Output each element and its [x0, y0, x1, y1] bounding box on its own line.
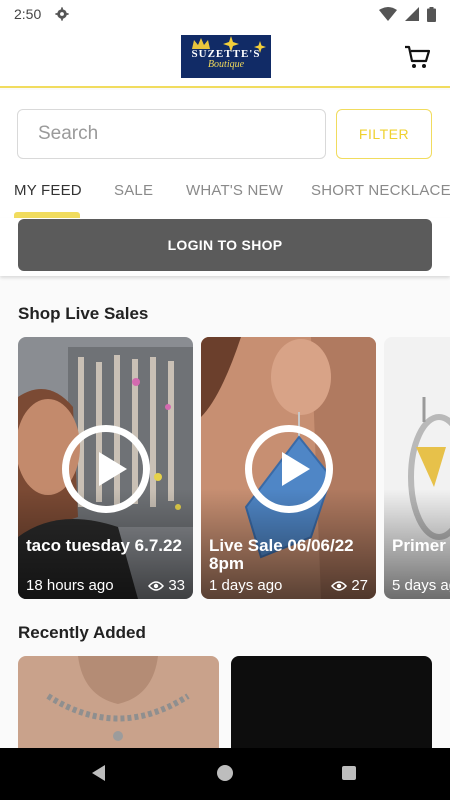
- play-icon[interactable]: [245, 425, 333, 513]
- view-count: 33: [148, 577, 185, 594]
- live-sales-title: Shop Live Sales: [18, 304, 149, 323]
- live-sale-time: 5 days ago: [392, 577, 450, 594]
- status-time: 2:50: [14, 6, 42, 22]
- login-bar: LOGIN TO SHOP: [0, 218, 450, 276]
- brand-logo[interactable]: SUZETTE'S Boutique: [181, 35, 271, 78]
- search-row: Search FILTER: [0, 90, 450, 172]
- status-bar: 2:50: [0, 0, 450, 28]
- view-count-value: 27: [351, 577, 368, 594]
- home-icon[interactable]: [217, 765, 233, 781]
- login-to-shop-button[interactable]: LOGIN TO SHOP: [18, 219, 432, 271]
- recent-apps-icon[interactable]: [342, 766, 356, 780]
- tab-sale[interactable]: SALE: [114, 182, 153, 199]
- product-thumbnail: [231, 656, 432, 756]
- gear-icon: [55, 7, 69, 21]
- cart-icon[interactable]: [404, 44, 430, 70]
- app-header: SUZETTE'S Boutique: [0, 28, 450, 88]
- eye-icon: [331, 580, 348, 591]
- product-card[interactable]: [18, 656, 219, 756]
- recently-added-title: Recently Added: [18, 623, 146, 642]
- tab-my-feed[interactable]: MY FEED: [14, 182, 82, 199]
- eye-icon: [148, 580, 165, 591]
- system-nav-bar: [0, 748, 450, 800]
- view-count: 27: [331, 577, 368, 594]
- filter-button[interactable]: FILTER: [336, 109, 432, 159]
- tab-whats-new[interactable]: WHAT'S NEW: [186, 182, 283, 199]
- live-sale-title: Primer store!: [392, 536, 450, 555]
- category-tabs: MY FEED SALE WHAT'S NEW SHORT NECKLACES: [0, 172, 450, 218]
- battery-icon: [427, 6, 436, 22]
- live-sale-time: 1 days ago: [209, 577, 283, 594]
- live-sale-card[interactable]: taco tuesday 6.7.22 18 hours ago 33: [18, 337, 193, 599]
- view-count-value: 33: [168, 577, 185, 594]
- tab-short-necklaces[interactable]: SHORT NECKLACES: [311, 182, 450, 199]
- signal-icon: [405, 7, 419, 21]
- search-placeholder: Search: [38, 123, 99, 144]
- product-card[interactable]: [231, 656, 432, 756]
- back-icon[interactable]: [92, 765, 105, 781]
- live-sale-title: Live Sale 06/06/22 8pm: [209, 536, 354, 573]
- live-sale-time: 18 hours ago: [26, 577, 114, 594]
- product-thumbnail: [18, 656, 219, 756]
- wifi-icon: [379, 7, 397, 21]
- logo-subtext: Boutique: [207, 59, 245, 70]
- live-sale-title: taco tuesday 6.7.22: [26, 536, 182, 555]
- app-screen: 2:50 SUZETTE'S Boutique Search FILTER MY…: [0, 0, 450, 800]
- search-input[interactable]: Search: [17, 109, 326, 159]
- live-sale-card[interactable]: Live Sale 06/06/22 8pm 1 days ago 27: [201, 337, 376, 599]
- live-sale-card[interactable]: Primer store! 5 days ago: [384, 337, 450, 599]
- play-icon[interactable]: [62, 425, 150, 513]
